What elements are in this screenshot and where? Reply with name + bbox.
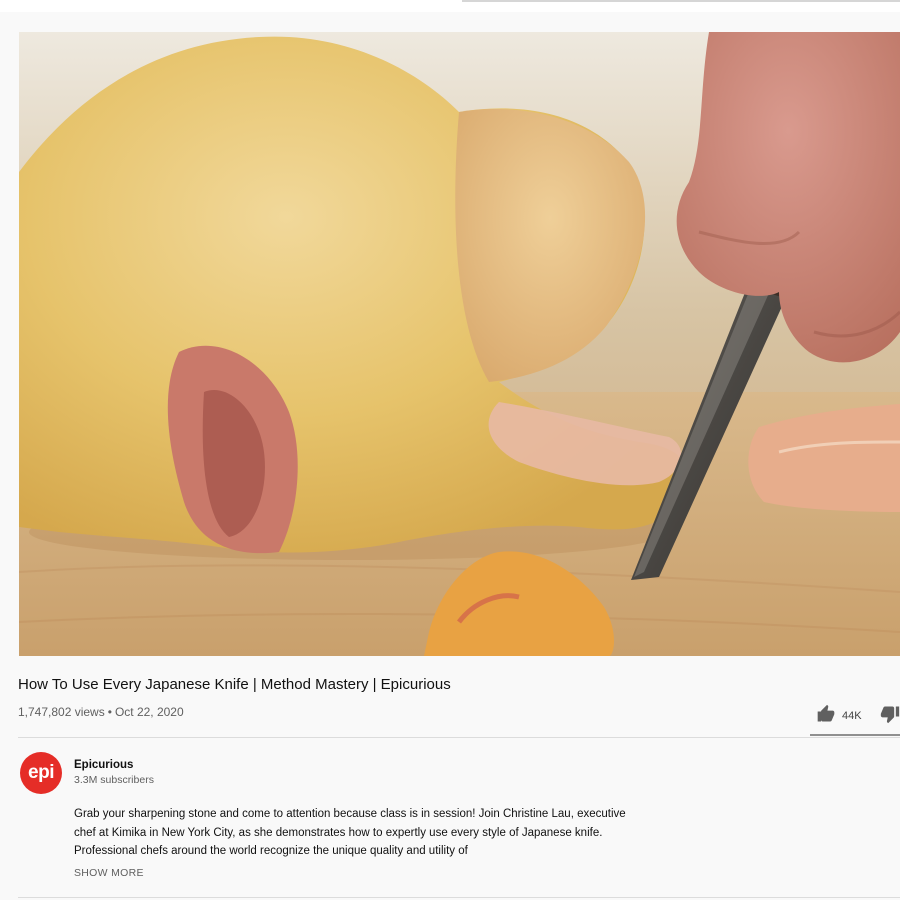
like-count: 44K (842, 709, 862, 722)
divider-bottom (18, 897, 900, 898)
top-bar-line (462, 0, 900, 2)
channel-avatar[interactable]: epi (20, 752, 62, 794)
video-description: Grab your sharpening stone and come to a… (74, 808, 626, 857)
dislike-button[interactable] (880, 704, 900, 729)
channel-name[interactable]: Epicurious (74, 759, 133, 771)
video-player[interactable] (19, 32, 900, 656)
youtube-watch-page: How To Use Every Japanese Knife | Method… (0, 0, 900, 900)
view-count: 1,747,802 views (18, 705, 105, 719)
subscriber-count: 3.3M subscribers (74, 774, 154, 786)
channel-avatar-logo: epi (28, 762, 54, 783)
video-actions: 44K (810, 702, 900, 738)
sentiment-bar (810, 734, 900, 736)
top-bar (0, 0, 900, 12)
divider-top (18, 737, 900, 738)
upload-date: Oct 22, 2020 (114, 705, 184, 719)
thumbs-down-icon (880, 706, 900, 728)
video-meta: 1,747,802 views • Oct 22, 2020 (18, 705, 184, 719)
meta-separator: • (107, 705, 112, 719)
thumbs-up-icon (816, 704, 836, 727)
video-frame-image (19, 32, 900, 656)
show-more-button[interactable]: SHOW MORE (74, 867, 144, 879)
like-button[interactable]: 44K (816, 704, 862, 727)
video-title: How To Use Every Japanese Knife | Method… (18, 676, 451, 693)
